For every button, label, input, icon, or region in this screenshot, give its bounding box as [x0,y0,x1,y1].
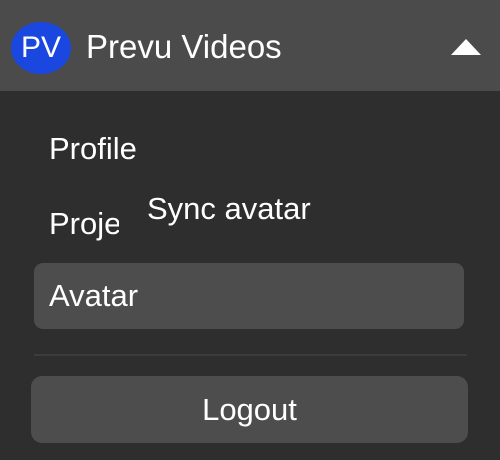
menu-item-profile[interactable]: Profile [49,129,137,169]
collapse-menu-button[interactable] [444,28,488,66]
menu-divider [34,354,467,356]
menu-item-avatar[interactable]: Avatar [34,263,464,329]
triangle-up-icon [451,39,481,55]
menu-header: PV Prevu Videos [0,0,500,91]
account-menu-panel: PV Prevu Videos Profile Projects Sync av… [0,0,500,460]
logout-button[interactable]: Logout [31,376,468,443]
app-title: Prevu Videos [86,28,282,65]
menu-item-projects[interactable]: Projects [49,204,119,244]
sync-avatar-tooltip: Sync avatar [147,189,315,229]
avatar[interactable]: PV [11,22,71,74]
